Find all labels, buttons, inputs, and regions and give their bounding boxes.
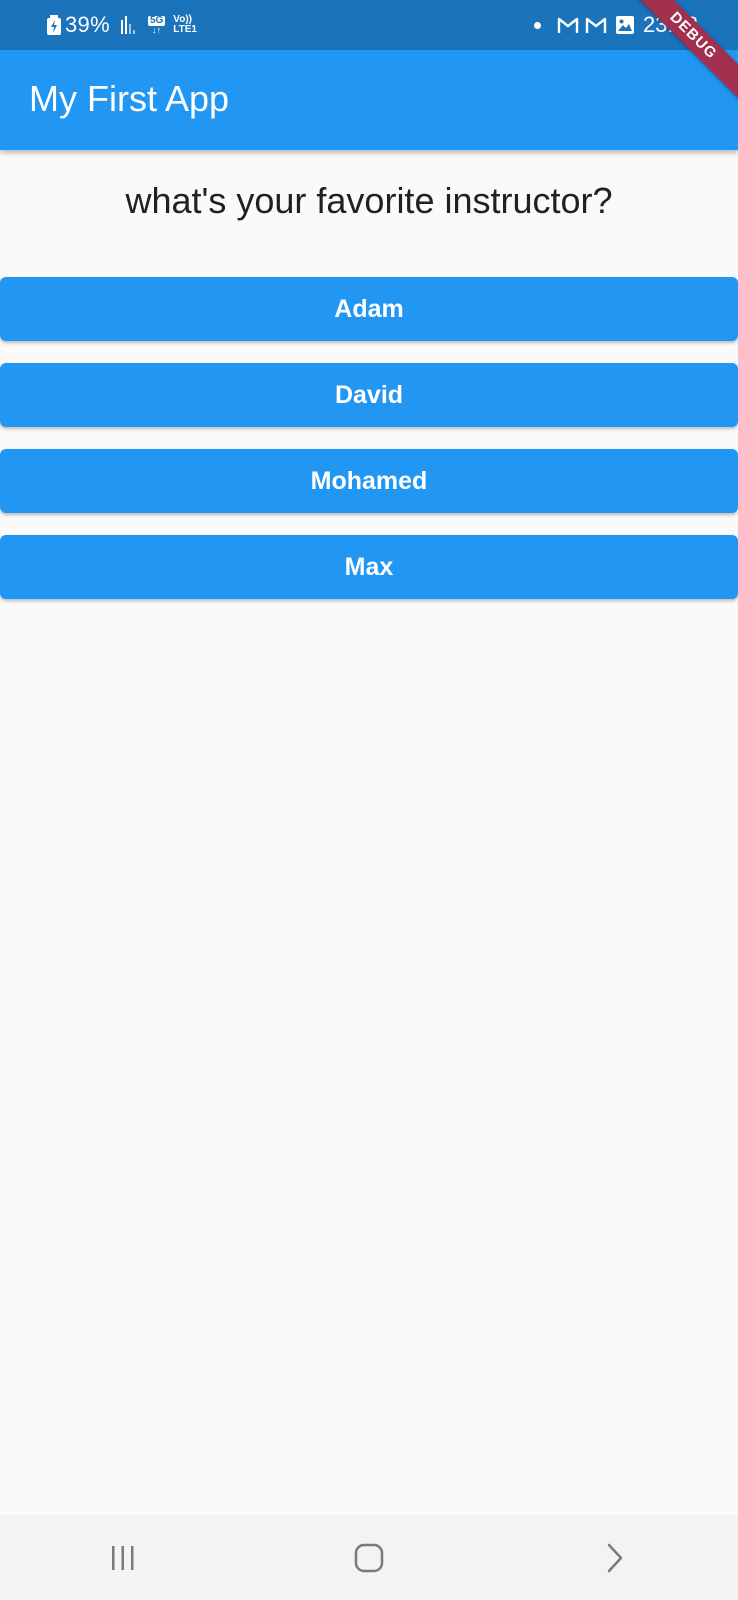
answer-button-adam[interactable]: Adam (0, 277, 738, 341)
home-button[interactable] (329, 1528, 409, 1588)
home-icon (354, 1543, 384, 1572)
recent-apps-icon (112, 1545, 134, 1570)
data-arrows: ↓↑ (152, 24, 162, 35)
battery-percentage: 39% (65, 12, 110, 37)
volte-indicator: Vo)) LTE1 (173, 15, 197, 35)
back-icon (607, 1543, 623, 1572)
status-left: 39% 5G ↓↑ Vo)) LTE1 (46, 0, 197, 50)
signal-strength-icon (120, 16, 135, 34)
gallery-icon (615, 16, 634, 34)
answer-button-mohamed[interactable]: Mohamed (0, 449, 738, 513)
question-text: what's your favorite instructor? (125, 180, 613, 221)
navigation-bar (0, 1515, 738, 1600)
lte-label: LTE1 (173, 24, 197, 35)
battery-charging-icon (47, 15, 61, 35)
back-button[interactable] (575, 1528, 655, 1588)
status-bar: 39% 5G ↓↑ Vo)) LTE1 23:18 (0, 0, 738, 50)
answer-button-max[interactable]: Max (0, 535, 738, 599)
network-5g-indicator: 5G ↓↑ (147, 14, 166, 35)
dot-icon (533, 21, 541, 29)
network-5g-label: 5G (147, 14, 166, 26)
gmail-icon (585, 17, 607, 33)
answer-list: Adam David Mohamed Max (0, 277, 738, 621)
app-title: My First App (29, 78, 230, 119)
answer-button-david[interactable]: David (0, 363, 738, 427)
gmail-icon (557, 17, 579, 33)
app-bar: My First App (0, 50, 738, 150)
recent-apps-button[interactable] (83, 1528, 163, 1588)
